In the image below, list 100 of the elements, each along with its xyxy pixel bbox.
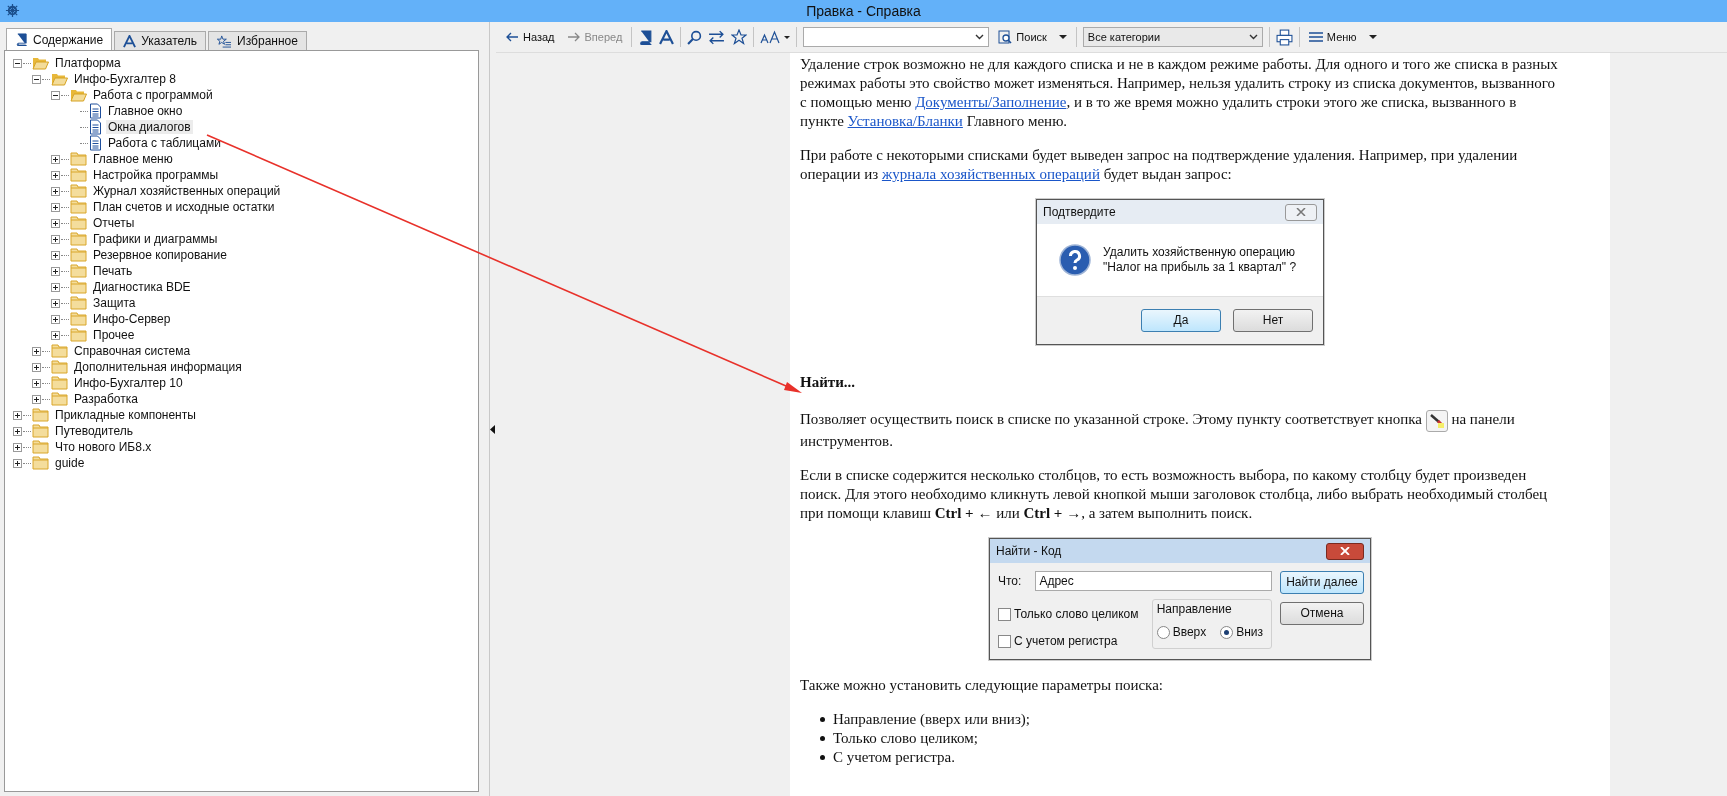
tree-item[interactable]: Справочная система xyxy=(72,344,193,358)
expand-toggle[interactable] xyxy=(32,394,41,404)
tree-item[interactable]: План счетов и исходные остатки xyxy=(91,200,277,214)
tree-item[interactable]: Печать xyxy=(91,264,135,278)
link[interactable]: журнала хозяйственных операций xyxy=(881,166,1100,182)
radio-circle xyxy=(1156,626,1170,639)
category-select[interactable]: Все категории xyxy=(1082,27,1263,47)
tree-item[interactable]: Окна диалогов xyxy=(106,120,193,134)
tree-item[interactable]: Диагностика BDE xyxy=(91,280,193,294)
link[interactable]: Документы/Заполнение xyxy=(915,94,1067,110)
caret-icon xyxy=(1058,35,1067,39)
tree-item[interactable]: Путеводитель xyxy=(53,424,135,438)
question-icon xyxy=(1059,244,1091,276)
link[interactable]: Установка/Бланки xyxy=(847,113,963,129)
expand-toggle[interactable] xyxy=(13,426,22,436)
dialog-message: "Налог на прибыль за 1 квартал" ? xyxy=(1103,260,1297,275)
checkbox[interactable]: С учетом регистра xyxy=(998,634,1139,649)
folder-icon xyxy=(70,152,87,166)
expand-toggle[interactable] xyxy=(51,234,60,244)
star-icon[interactable] xyxy=(731,29,748,45)
expand-toggle[interactable] xyxy=(32,346,41,356)
dialog-button[interactable]: Найти далее xyxy=(1280,571,1364,594)
tree-item[interactable]: Инфо-Бухгалтер 10 xyxy=(72,376,185,390)
tree-item[interactable]: Инфо-Бухгалтер 8 xyxy=(72,72,178,86)
expand-toggle[interactable] xyxy=(51,282,60,292)
radio-button[interactable]: Вверх xyxy=(1156,625,1207,640)
dialog-button[interactable]: Да xyxy=(1141,309,1221,332)
tab[interactable]: Избранное xyxy=(208,31,307,50)
folder-icon xyxy=(70,184,87,198)
open-folder-icon xyxy=(32,56,49,70)
folder-icon xyxy=(32,424,49,438)
tree-item[interactable]: Главное меню xyxy=(91,152,175,166)
tree-item[interactable]: Что нового ИБ8.x xyxy=(53,440,154,454)
tree-item[interactable]: Отчеты xyxy=(91,216,137,230)
dialog-button[interactable]: Нет xyxy=(1233,309,1313,332)
close-button[interactable] xyxy=(1326,542,1364,560)
tree-item[interactable]: Дополнительная информация xyxy=(72,360,244,374)
search-icon[interactable] xyxy=(687,29,703,45)
expand-toggle[interactable] xyxy=(13,410,22,420)
tree-item[interactable]: Защита xyxy=(91,296,138,310)
menu-button[interactable]: Меню xyxy=(1305,29,1380,45)
collapse-toggle[interactable] xyxy=(51,90,60,100)
tree-item[interactable]: Резервное копирование xyxy=(91,248,229,262)
tree-item[interactable]: guide xyxy=(53,456,87,470)
search-button[interactable]: Поиск xyxy=(995,28,1070,46)
expand-toggle[interactable] xyxy=(51,266,60,276)
folder-icon xyxy=(70,248,87,262)
expand-toggle[interactable] xyxy=(32,362,41,372)
tree-item[interactable]: Графики и диаграммы xyxy=(91,232,220,246)
folder-icon xyxy=(32,408,49,422)
folder-icon xyxy=(70,264,87,278)
dialog-button[interactable]: Отмена xyxy=(1280,602,1364,625)
search-icon xyxy=(998,30,1013,44)
collapse-arrow-icon[interactable] xyxy=(490,424,495,434)
folder-icon xyxy=(70,232,87,246)
expand-toggle[interactable] xyxy=(13,442,22,452)
wheel-icon xyxy=(5,3,20,18)
folder-icon xyxy=(51,376,68,390)
collapse-toggle[interactable] xyxy=(13,58,22,68)
tree-item[interactable]: Прикладные компоненты xyxy=(53,408,198,422)
tab[interactable]: Содержание xyxy=(6,28,113,50)
tree-item[interactable]: Работа с программой xyxy=(91,88,215,102)
bullet-icon xyxy=(820,755,825,760)
radio-button[interactable]: Вниз xyxy=(1220,625,1263,640)
expand-toggle[interactable] xyxy=(51,202,60,212)
expand-toggle[interactable] xyxy=(51,218,60,228)
tree-item[interactable]: Разработка xyxy=(72,392,140,406)
tree-item[interactable]: Настройка программы xyxy=(91,168,221,182)
tree-item[interactable]: Инфо-Сервер xyxy=(91,312,173,326)
open-folder-icon xyxy=(51,72,68,86)
printer-icon[interactable] xyxy=(1275,28,1293,46)
tab[interactable]: Указатель xyxy=(114,31,207,50)
document-icon xyxy=(89,119,102,135)
field-label: Что: xyxy=(998,573,1022,589)
expand-toggle[interactable] xyxy=(13,458,22,468)
tree-item[interactable]: Главное окно xyxy=(106,104,185,118)
expand-toggle[interactable] xyxy=(51,186,60,196)
tree-item[interactable]: Прочее xyxy=(91,328,137,342)
letter-icon xyxy=(123,34,137,48)
expand-toggle[interactable] xyxy=(51,170,60,180)
font-size-icon[interactable] xyxy=(760,30,791,44)
checkbox[interactable]: Только слово целиком xyxy=(998,607,1139,622)
folder-icon xyxy=(70,312,87,326)
swap-arrows-icon[interactable] xyxy=(708,29,726,45)
caret-icon xyxy=(1368,35,1377,39)
expand-toggle[interactable] xyxy=(51,330,60,340)
collapse-toggle[interactable] xyxy=(32,74,41,84)
expand-toggle[interactable] xyxy=(51,298,60,308)
dialog-title: Подтвердите xyxy=(1043,204,1116,220)
expand-toggle[interactable] xyxy=(32,378,41,388)
tree-item[interactable]: Журнал хозяйственных операций xyxy=(91,184,283,198)
expand-toggle[interactable] xyxy=(51,250,60,260)
expand-toggle[interactable] xyxy=(51,154,60,164)
search-input[interactable]: Адрес xyxy=(1035,571,1272,591)
expand-toggle[interactable] xyxy=(51,314,60,324)
letter-icon[interactable] xyxy=(659,29,675,45)
folder-icon xyxy=(32,440,49,454)
tree-item[interactable]: Работа с таблицами xyxy=(106,136,223,150)
tree-item[interactable]: Платформа xyxy=(53,56,123,70)
back-button[interactable]: Назад xyxy=(502,29,558,45)
